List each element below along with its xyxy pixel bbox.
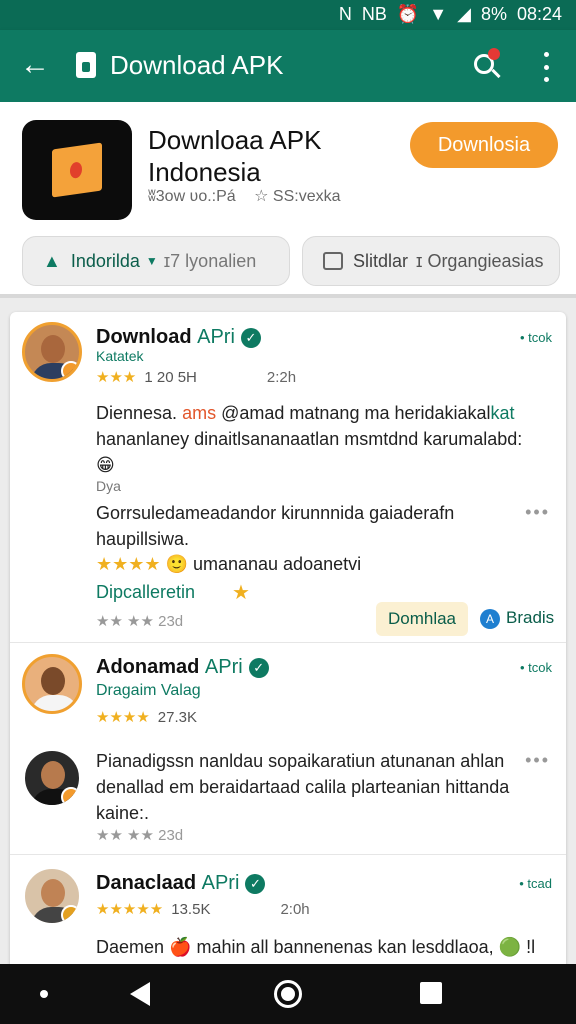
review-rating: ★★★★★ 13.5K 2:0h xyxy=(96,901,310,918)
reviewer-name: Danaclaad APri ✓ xyxy=(96,872,266,895)
more-dots-icon[interactable]: ••• xyxy=(525,502,550,523)
app-meta-left: ʬ3ow ʋo.:Pá xyxy=(148,188,236,205)
review-bottom-rating: ★★ ★★ 23d xyxy=(96,827,184,844)
verified-icon: ✓ xyxy=(245,873,266,894)
recent-apps-icon[interactable] xyxy=(420,982,442,1004)
review-tag: • tcad xyxy=(519,876,552,891)
divider xyxy=(10,642,566,643)
nfc-icon: N xyxy=(338,4,352,24)
review-tag: • tcok xyxy=(519,660,552,675)
star-icon[interactable]: ★ xyxy=(232,580,250,605)
region-chip[interactable]: ▲ Indorilda ▼ ɪ7 lyonalien xyxy=(22,236,290,286)
home-icon: ▲ xyxy=(43,250,61,271)
app-meta: ʬ3ow ʋo.:Pá ☆ SS:vexka xyxy=(148,186,341,206)
review-line: ★★★★ 🙂 umananau adoanetvi xyxy=(96,554,362,574)
reviewer-sub: Dragaim Valag xyxy=(96,682,201,699)
reviewer-name: Download APri ✓ xyxy=(96,326,261,349)
review-text: Pianadigssn nanldau sopaikaratiun atunan… xyxy=(96,751,510,823)
reviewer-name: Adonamad APri ✓ xyxy=(96,656,269,679)
page-title: Download APK xyxy=(110,50,284,80)
review-text-2: Gorrsuledameadandor kirunnnida gaiaderaf… xyxy=(96,503,455,549)
avatar[interactable] xyxy=(22,322,82,382)
home-button-icon[interactable] xyxy=(274,980,302,1008)
review-text: Daemen 🍎 mahin all bannenenas kan lesddl… xyxy=(96,937,536,957)
app-name: Downloaa APK Indonesia xyxy=(148,125,322,187)
battery-label: 8% xyxy=(480,4,507,24)
signal-icon: ◢ xyxy=(457,4,471,24)
wifi-icon: ▼ xyxy=(429,4,448,24)
search-icon[interactable] xyxy=(472,48,502,82)
region-label: Indorilda xyxy=(70,250,140,271)
avatar[interactable] xyxy=(22,748,82,808)
reviews-card: Download APri ✓ • tcok Katatek ★★★ 1 20 5H… xyxy=(10,312,566,972)
navigation-bar xyxy=(0,964,576,1024)
region-tail: ɪ7 lyonalien xyxy=(163,250,257,271)
app-header: Downloaa APK Indonesia ʬ3ow ʋo.:Pá ☆ SS:… xyxy=(0,102,576,298)
more-dots-icon[interactable]: ••• xyxy=(525,750,550,771)
avatar[interactable] xyxy=(22,866,82,926)
app-meta-right: ☆ SS:vexka xyxy=(254,188,341,205)
share-action-button[interactable]: A Bradis xyxy=(480,608,554,629)
screen-icon xyxy=(323,252,343,270)
vibrate-icon: NB xyxy=(361,4,387,24)
avatar[interactable] xyxy=(22,654,82,714)
app-icon xyxy=(22,120,132,220)
review-rating: ★★★ 1 20 5H 2:2h xyxy=(96,369,297,386)
notification-dot xyxy=(488,48,500,60)
download-action-button[interactable]: Domhlaa xyxy=(376,602,468,636)
review-green-label[interactable]: Dipcalleretin xyxy=(96,582,195,603)
share-label: Slitdlar xyxy=(353,250,409,271)
share-tail: ɪ Organgieasias xyxy=(416,250,544,271)
store-bag-icon xyxy=(76,52,96,78)
alarm-icon: ⏰ xyxy=(396,4,420,24)
reviewer-sub: Katatek xyxy=(96,348,144,364)
clock: 08:24 xyxy=(516,4,562,24)
info-icon: A xyxy=(480,608,500,629)
verified-icon: ✓ xyxy=(248,657,269,678)
review-tag: • tcok xyxy=(519,330,552,345)
download-button[interactable]: Downlosia xyxy=(410,122,558,168)
review-text: Diennesa. ams @amad matnang ma heridakia… xyxy=(96,403,523,475)
back-icon[interactable] xyxy=(130,982,150,1006)
review-bottom-rating: ★★ ★★ 23d xyxy=(96,613,184,630)
chevron-down-icon: ▼ xyxy=(145,254,158,268)
review-small: Dya xyxy=(96,478,121,494)
assistant-dot-icon[interactable] xyxy=(40,990,48,998)
review-rating: ★★★★ 27.3K xyxy=(96,709,197,726)
app-bar: ← Download APK xyxy=(0,30,576,102)
share-chip[interactable]: Slitdlar ɪ Organgieasias xyxy=(302,236,560,286)
status-bar: N NB ⏰ ▼ ◢ 8% 08:24 xyxy=(0,0,576,30)
more-options-icon[interactable] xyxy=(540,52,552,82)
divider xyxy=(10,854,566,855)
back-arrow-icon[interactable]: ← xyxy=(20,48,54,82)
verified-icon: ✓ xyxy=(240,327,261,348)
